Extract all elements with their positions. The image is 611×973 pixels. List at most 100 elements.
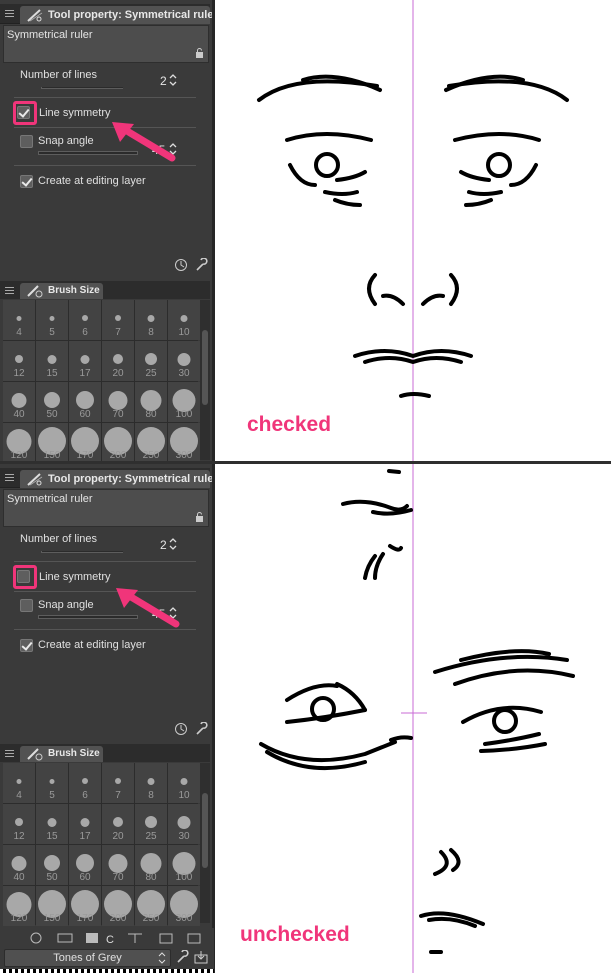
- brush-size-value: 25: [145, 831, 157, 842]
- brush-panel-menu-icon[interactable]: [5, 287, 14, 295]
- brush-size-cell[interactable]: 25: [135, 804, 167, 844]
- brush-size-cell[interactable]: 40: [3, 382, 35, 422]
- brush-size-value: 8: [148, 790, 154, 801]
- brush-size-cell[interactable]: 300: [168, 423, 200, 463]
- brush-size-cell[interactable]: 17: [69, 341, 101, 381]
- brush-size-cell[interactable]: 60: [69, 382, 101, 422]
- brush-size-scrollbar[interactable]: [200, 300, 210, 460]
- right-pupil: [492, 708, 518, 734]
- brush-size-cell[interactable]: 170: [69, 886, 101, 926]
- brush-size-cell[interactable]: 150: [36, 423, 68, 463]
- brush-size-cell[interactable]: 250: [135, 886, 167, 926]
- brush-size-cell[interactable]: 15: [36, 341, 68, 381]
- brush-size-cell[interactable]: 30: [168, 341, 200, 381]
- brush-size-cell[interactable]: 4: [3, 300, 35, 340]
- brush-size-value: 150: [43, 913, 61, 924]
- brush-size-cell[interactable]: 8: [135, 763, 167, 803]
- brush-size-value: 25: [145, 368, 157, 379]
- brush-size-scroll-thumb[interactable]: [202, 793, 208, 868]
- brush-size-cell[interactable]: 4: [3, 763, 35, 803]
- brush-size-cell[interactable]: 8: [135, 300, 167, 340]
- toolbar-icon-row[interactable]: C: [6, 931, 206, 945]
- brush-size-cell[interactable]: 200: [102, 423, 134, 463]
- brush-size-cell[interactable]: 10: [168, 300, 200, 340]
- brush-size-cell[interactable]: 20: [102, 341, 134, 381]
- panel-menu-icon[interactable]: [5, 474, 14, 482]
- brush-size-preview: [16, 315, 22, 321]
- brush-size-value: 250: [142, 450, 160, 461]
- brush-size-cell[interactable]: 120: [3, 423, 35, 463]
- brush-size-cell[interactable]: 7: [102, 300, 134, 340]
- brush-size-cell[interactable]: 50: [36, 845, 68, 885]
- brush-size-value: 20: [112, 368, 124, 379]
- brush-size-cell[interactable]: 250: [135, 423, 167, 463]
- brush-size-cell[interactable]: 5: [36, 763, 68, 803]
- brush-size-preview: [108, 390, 128, 410]
- brush-size-cell[interactable]: 150: [36, 886, 68, 926]
- brush-size-value: 80: [145, 872, 157, 883]
- brush-size-cell[interactable]: 7: [102, 763, 134, 803]
- number-of-lines-slider[interactable]: [41, 87, 123, 89]
- brush-size-value: 40: [13, 872, 25, 883]
- brush-size-preview: [15, 355, 23, 363]
- number-of-lines-slider[interactable]: [41, 551, 123, 553]
- brush-size-cell[interactable]: 30: [168, 804, 200, 844]
- brush-size-title: Brush Size: [48, 748, 100, 759]
- brush-size-cell[interactable]: 12: [3, 804, 35, 844]
- tool-property-tab[interactable]: Tool property: Symmetrical ruler: [20, 6, 218, 24]
- reset-icon[interactable]: [174, 722, 188, 736]
- brush-size-cell[interactable]: 60: [69, 845, 101, 885]
- number-of-lines-spinner-icon[interactable]: [169, 537, 177, 551]
- wrench-icon[interactable]: [194, 722, 208, 736]
- number-of-lines-value[interactable]: 2: [160, 538, 167, 552]
- lock-icon[interactable]: [195, 512, 204, 522]
- brush-size-cell[interactable]: 120: [3, 886, 35, 926]
- brush-size-tab[interactable]: Brush Size: [20, 746, 103, 762]
- snap-angle-checkbox[interactable]: [20, 599, 33, 612]
- create-at-editing-layer-checkbox[interactable]: [20, 175, 33, 188]
- brush-size-preview: [180, 777, 188, 785]
- brush-size-cell[interactable]: 6: [69, 300, 101, 340]
- drawing-canvas[interactable]: unchecked: [215, 464, 611, 973]
- brush-size-cell[interactable]: 15: [36, 804, 68, 844]
- brush-size-cell[interactable]: 80: [135, 382, 167, 422]
- brush-size-cell[interactable]: 300: [168, 886, 200, 926]
- create-at-editing-layer-checkbox[interactable]: [20, 639, 33, 652]
- brush-size-tab[interactable]: Brush Size: [20, 283, 103, 299]
- tone-dropdown[interactable]: Tones of Grey: [4, 949, 171, 967]
- number-of-lines-spinner-icon[interactable]: [169, 73, 177, 87]
- brush-panel-menu-icon[interactable]: [5, 750, 14, 758]
- brush-size-cell[interactable]: 20: [102, 804, 134, 844]
- brush-size-scrollbar[interactable]: [200, 763, 210, 923]
- brush-size-value: 60: [79, 872, 91, 883]
- brush-size-cell[interactable]: 40: [3, 845, 35, 885]
- brush-size-cell[interactable]: 70: [102, 382, 134, 422]
- brush-size-cell[interactable]: 200: [102, 886, 134, 926]
- brush-size-cell[interactable]: 80: [135, 845, 167, 885]
- brush-size-cell[interactable]: 100: [168, 382, 200, 422]
- snap-angle-checkbox[interactable]: [20, 135, 33, 148]
- number-of-lines-value[interactable]: 2: [160, 74, 167, 88]
- brush-size-scroll-thumb[interactable]: [202, 330, 208, 405]
- brush-size-cell[interactable]: 12: [3, 341, 35, 381]
- tone-wrench-icon[interactable]: [175, 950, 189, 964]
- brush-size-cell[interactable]: 50: [36, 382, 68, 422]
- create-at-editing-layer-label: Create at editing layer: [38, 639, 146, 651]
- brush-size-cell[interactable]: 17: [69, 804, 101, 844]
- brush-size-cell[interactable]: 5: [36, 300, 68, 340]
- brush-size-value: 150: [43, 450, 61, 461]
- wrench-icon[interactable]: [194, 258, 208, 272]
- brush-size-cell[interactable]: 100: [168, 845, 200, 885]
- brush-size-cell[interactable]: 70: [102, 845, 134, 885]
- lock-icon[interactable]: [195, 48, 204, 58]
- brush-size-cell[interactable]: 10: [168, 763, 200, 803]
- brush-size-cell[interactable]: 25: [135, 341, 167, 381]
- tool-property-tab[interactable]: Tool property: Symmetrical ruler: [20, 470, 218, 488]
- brush-size-preview: [11, 855, 27, 871]
- panel-menu-icon[interactable]: [5, 10, 14, 18]
- brush-size-cell[interactable]: 170: [69, 423, 101, 463]
- export-icon[interactable]: [194, 950, 208, 964]
- brush-size-cell[interactable]: 6: [69, 763, 101, 803]
- reset-icon[interactable]: [174, 258, 188, 272]
- drawing-canvas[interactable]: checked: [215, 0, 611, 463]
